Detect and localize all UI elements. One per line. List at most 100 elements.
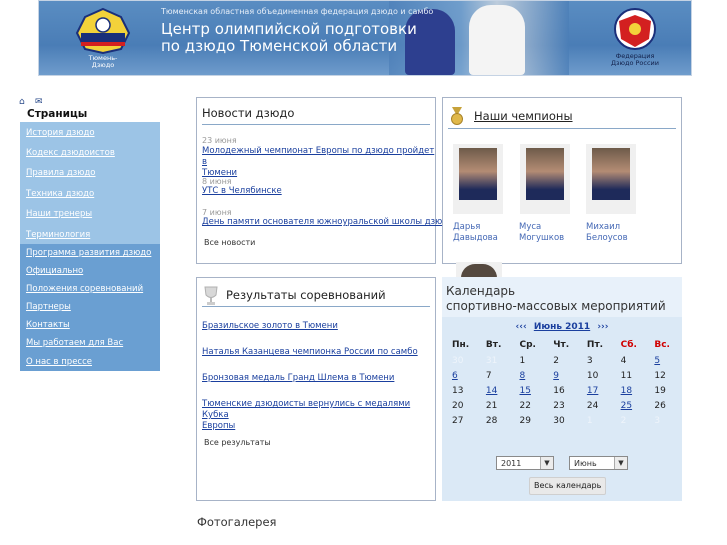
- calendar-day-link[interactable]: 17: [587, 386, 598, 396]
- calendar-day-cell: 8: [513, 368, 547, 383]
- result-item-link[interactable]: Бразильское золото в Тюмени: [202, 321, 338, 332]
- sidebar-item-history[interactable]: История дзюдо: [26, 128, 95, 138]
- champion-first-name: Дарья: [453, 222, 481, 232]
- calendar-title-line2: спортивно-массовых мероприятий: [446, 299, 666, 313]
- calendar-day-outside: 1: [586, 415, 593, 426]
- cup-icon: [204, 286, 218, 305]
- news-title: Новости дзюдо: [202, 106, 295, 120]
- result-item-link[interactable]: Бронзовая медаль Гранд Шлема в Тюмени: [202, 373, 394, 384]
- sidebar-item-coaches[interactable]: Наши тренеры: [26, 209, 92, 219]
- champions-panel: Наши чемпионы Дарья Давыдова Муса Могушк…: [442, 97, 682, 264]
- calendar-day-link[interactable]: 14: [486, 386, 497, 396]
- calendar-day-link[interactable]: 9: [553, 371, 559, 381]
- calendar-day: 30: [553, 415, 565, 426]
- sidebar-item-regulations[interactable]: Положения соревнований: [26, 284, 143, 294]
- calendar-weekday: Сб.: [620, 340, 637, 350]
- news-panel: Новости дзюдо 23 июня Молодежный чемпион…: [196, 97, 453, 264]
- champion-name[interactable]: Муса Могушков: [519, 222, 564, 244]
- calendar-title-line1: Календарь: [446, 284, 516, 298]
- champion-photo[interactable]: [586, 144, 636, 214]
- chevron-down-icon: ▼: [614, 457, 627, 469]
- header-title-line1: Центр олимпийской подготовки: [161, 20, 417, 38]
- sidebar-item-for-you[interactable]: Мы работаем для Вас: [26, 338, 123, 348]
- calendar-day-link[interactable]: 25: [621, 401, 632, 411]
- calendar-day-link[interactable]: 8: [519, 371, 525, 381]
- news-item-link[interactable]: Молодежный чемпионат Европы по дзюдо про…: [202, 146, 435, 179]
- judo-russia-emblem-icon: [614, 8, 656, 50]
- calendar-week-row: 6 7 8 9 10 11 12: [446, 368, 682, 383]
- sidebar-title: Страницы: [27, 108, 88, 120]
- calendar-weekday: Пт.: [586, 340, 604, 350]
- calendar-day-link[interactable]: 18: [621, 386, 632, 396]
- champion-photo[interactable]: [520, 144, 570, 214]
- news-date: 8 июня: [202, 177, 232, 186]
- sidebar-item-rules[interactable]: Правила дзюдо: [26, 168, 96, 178]
- calendar-title: Календарь спортивно-массовых мероприятий: [446, 284, 666, 314]
- calendar-day: 7: [485, 370, 492, 381]
- tyumen-judo-logo[interactable]: Тюмень- Дзюдо: [71, 7, 135, 69]
- header-judoka-white: [469, 5, 525, 75]
- news-divider: [202, 124, 430, 125]
- calendar-day: 3: [586, 355, 593, 366]
- result-item-text: Тюменские дзюдоисты вернулись с медалями…: [202, 399, 411, 420]
- next-month-button[interactable]: ›››: [597, 322, 608, 332]
- sidebar-item-technique[interactable]: Техника дзюдо: [26, 189, 94, 199]
- sidebar-nav: История дзюдо Кодекс дзюдоистов Правила …: [20, 122, 160, 371]
- champion-photo-image: [459, 148, 497, 200]
- sidebar-item-contacts[interactable]: Контакты: [26, 320, 70, 330]
- calendar-day-cell: 5: [648, 353, 682, 368]
- calendar-day: 1: [519, 355, 526, 366]
- champion-photo-partial[interactable]: [456, 262, 502, 278]
- prev-month-button[interactable]: ‹‹‹: [516, 322, 527, 332]
- all-news-link[interactable]: Все новости: [204, 238, 255, 247]
- calendar-day: 27: [452, 415, 464, 426]
- sidebar-item-terminology[interactable]: Терминология: [26, 230, 90, 240]
- home-icon[interactable]: ⌂: [19, 97, 25, 107]
- calendar-day: 20: [452, 400, 464, 411]
- calendar-grid: Пн. Вт. Ср. Чт. Пт. Сб. Вс. 30 31 1 2 3 4 5 6 7 8 9 10 11 1…: [446, 337, 682, 428]
- chevron-down-icon: ▼: [540, 457, 553, 469]
- champion-photo[interactable]: [453, 144, 503, 214]
- news-item-text: Молодежный чемпионат Европы по дзюдо про…: [202, 146, 435, 167]
- calendar-day-link[interactable]: 15: [519, 386, 530, 396]
- sidebar-item-official[interactable]: Официально: [26, 266, 83, 276]
- current-month-link[interactable]: Июнь 2011: [534, 322, 590, 332]
- full-calendar-button[interactable]: Весь календарь: [529, 477, 607, 495]
- mail-icon[interactable]: ✉: [35, 97, 43, 107]
- calendar-week-row: 27 28 29 30 1 2 3: [446, 413, 682, 428]
- calendar-day: 4: [620, 355, 627, 366]
- champion-name[interactable]: Михаил Белоусов: [586, 222, 628, 244]
- sidebar-item-press[interactable]: О нас в прессе: [26, 357, 92, 367]
- sidebar-item-program[interactable]: Программа развития дзюдо: [26, 248, 151, 258]
- result-item-link[interactable]: Наталья Казанцева чемпионка России по са…: [202, 347, 418, 358]
- champions-title[interactable]: Наши чемпионы: [474, 109, 573, 123]
- sidebar-item-code[interactable]: Кодекс дзюдоистов: [26, 148, 115, 158]
- calendar-day-link[interactable]: 5: [654, 356, 660, 366]
- calendar-day-link[interactable]: 6: [452, 371, 458, 381]
- results-divider: [202, 306, 430, 307]
- calendar-day: 19: [654, 385, 666, 396]
- sidebar-item-partners[interactable]: Партнеры: [26, 302, 71, 312]
- month-select-value: Июнь: [574, 459, 597, 468]
- all-results-link[interactable]: Все результаты: [204, 438, 271, 447]
- news-item-link[interactable]: День памяти основателя южноуральской шко…: [202, 217, 453, 228]
- calendar-day: 22: [519, 400, 531, 411]
- calendar-day-outside: 31: [485, 355, 498, 366]
- champion-first-name: Михаил: [586, 222, 621, 232]
- calendar-weekday: Вт.: [485, 340, 502, 350]
- result-item-text: Европы: [202, 421, 236, 431]
- news-item-link[interactable]: УТС в Челябинске: [202, 186, 282, 197]
- judo-russia-logo[interactable]: Федерация Дзюдо России: [605, 7, 665, 69]
- champion-photo-image: [526, 148, 564, 200]
- news-date: 23 июня: [202, 136, 237, 145]
- champion-name[interactable]: Дарья Давыдова: [453, 222, 498, 244]
- gallery-title: Фотогалерея: [197, 515, 277, 529]
- result-item-link[interactable]: Тюменские дзюдоисты вернулись с медалями…: [202, 399, 435, 432]
- champion-photo-image: [461, 264, 497, 278]
- medal-icon: [451, 107, 463, 125]
- month-select[interactable]: Июнь ▼: [569, 456, 628, 470]
- calendar-day: 23: [553, 400, 565, 411]
- year-select[interactable]: 2011 ▼: [496, 456, 554, 470]
- calendar-weekday: Ср.: [519, 340, 536, 350]
- news-date: 7 июня: [202, 208, 232, 217]
